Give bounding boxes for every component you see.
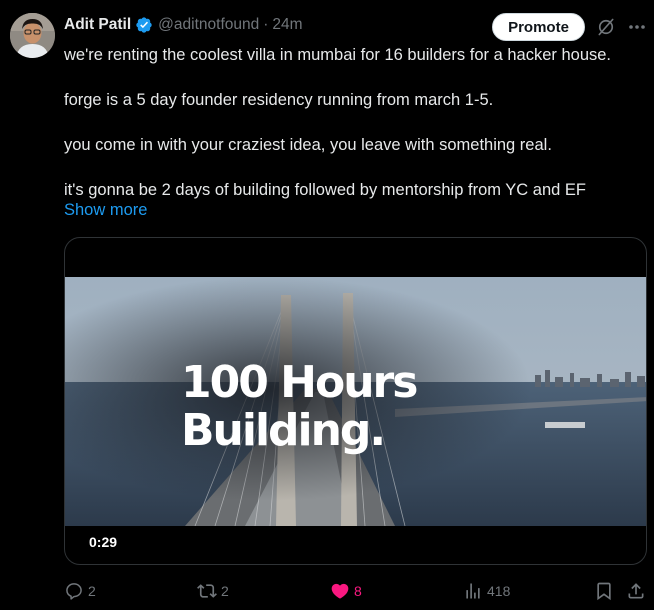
heart-icon (331, 583, 349, 599)
tweet-paragraph: we're renting the coolest villa in mumba… (64, 46, 612, 64)
reply-icon (66, 583, 82, 600)
more-icon[interactable] (628, 17, 646, 37)
tweet-paragraph: you come in with your craziest idea, you… (64, 136, 552, 154)
tweet-paragraph: it's gonna be 2 days of building followe… (64, 181, 586, 199)
video-player[interactable]: 100 Hours Building. 0:29 (64, 237, 647, 565)
reply-button[interactable]: 2 (64, 580, 96, 602)
tweet-paragraph: forge is a 5 day founder residency runni… (64, 91, 494, 109)
repost-button[interactable]: 2 (197, 580, 229, 602)
video-title-line: 100 Hours (181, 357, 418, 408)
tweet-text: we're renting the coolest villa in mumba… (64, 44, 649, 201)
bookmark-button[interactable] (594, 580, 614, 602)
verified-badge-icon (136, 17, 152, 33)
action-bar: 2 2 8 418 (64, 580, 654, 602)
views-icon (466, 583, 480, 599)
show-more-link[interactable]: Show more (64, 201, 147, 220)
author-name[interactable]: Adit Patil (64, 16, 131, 34)
share-icon (628, 583, 644, 599)
views-count: 418 (487, 583, 511, 599)
like-button[interactable]: 8 (330, 580, 362, 602)
promote-button[interactable]: Promote (492, 13, 585, 41)
video-duration: 0:29 (89, 534, 118, 550)
video-title: 100 Hours Building. (181, 357, 418, 456)
reply-count: 2 (88, 583, 96, 599)
share-button[interactable] (626, 580, 646, 602)
like-count: 8 (354, 583, 362, 599)
tweet: Adit Patil @aditnotfound · 24m Promote w… (0, 0, 654, 610)
author-handle[interactable]: @aditnotfound (158, 16, 259, 34)
avatar-image (10, 13, 55, 58)
views-button[interactable]: 418 (463, 580, 510, 602)
bookmark-icon (597, 582, 611, 601)
video-title-line: Building. (181, 405, 386, 456)
repost-icon (197, 584, 217, 598)
timestamp[interactable]: 24m (272, 16, 302, 34)
avatar[interactable] (10, 13, 55, 58)
tweet-header: Adit Patil @aditnotfound · 24m (64, 14, 303, 36)
repost-count: 2 (221, 583, 229, 599)
grok-icon[interactable] (596, 17, 616, 37)
separator-dot: · (263, 16, 269, 33)
